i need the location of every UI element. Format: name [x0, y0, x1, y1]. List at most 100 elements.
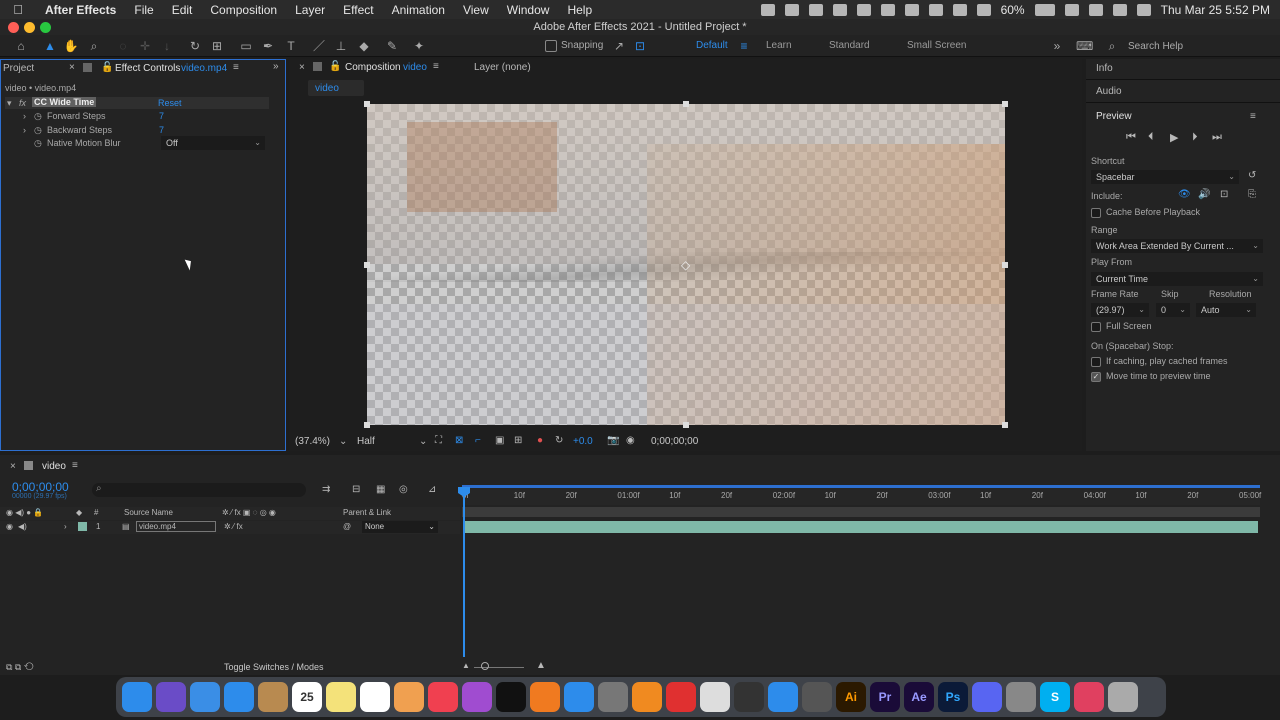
zoom-tool-icon[interactable]: ⌕ [86, 38, 102, 54]
menu-composition[interactable]: Composition [201, 3, 286, 17]
transparency-grid-icon[interactable]: ⊠ [455, 435, 463, 446]
keyboard-icon[interactable]: ⌨ [1076, 38, 1093, 54]
hand-tool-icon[interactable]: ✋ [63, 38, 79, 54]
panel-lock-icon[interactable] [83, 63, 92, 72]
menu-view[interactable]: View [454, 3, 498, 17]
include-layers-icon[interactable]: ⎘ [1248, 189, 1256, 200]
brush-tool-icon[interactable]: ／ [311, 38, 327, 54]
resolution-dropdown[interactable]: Auto ⌄ [1196, 303, 1256, 317]
cache-before-checkbox[interactable]: Cache Before Playback [1091, 207, 1200, 218]
photos-icon[interactable] [394, 682, 424, 712]
checkbox[interactable] [1091, 321, 1101, 332]
siri-icon[interactable] [156, 682, 186, 712]
workspace-small-screen[interactable]: Small Screen [907, 40, 966, 51]
param-value[interactable]: 7 [159, 125, 164, 135]
search-icon[interactable] [1088, 3, 1103, 16]
finder-icon[interactable] [122, 682, 152, 712]
current-time-indicator[interactable] [463, 487, 465, 657]
menu-help[interactable]: Help [558, 3, 601, 17]
layer-switches[interactable]: ✲ ⁄ fx [224, 522, 243, 531]
expand-arrow-icon[interactable]: › [23, 111, 26, 121]
work-area-bar[interactable] [462, 485, 1260, 488]
first-frame-icon[interactable]: ⏮ [1126, 131, 1136, 144]
panel-menu-icon[interactable]: ≡ [1250, 111, 1256, 122]
menu-layer[interactable]: Layer [286, 3, 334, 17]
draft-3d-icon[interactable]: ⊟ [352, 484, 360, 495]
status-app-icon[interactable] [832, 3, 847, 16]
discord-icon[interactable] [972, 682, 1002, 712]
podcasts-icon[interactable] [462, 682, 492, 712]
workspace-learn[interactable]: Learn [766, 40, 792, 51]
audio-panel[interactable]: Audio [1086, 82, 1280, 103]
expand-arrow-icon[interactable]: ▾ [7, 98, 12, 109]
skip-dropdown[interactable]: 0 ⌄ [1156, 303, 1190, 317]
full-screen-checkbox[interactable]: Full Screen [1091, 321, 1152, 332]
status-app-icon[interactable] [808, 3, 823, 16]
transform-handle[interactable] [1002, 262, 1008, 268]
snap-feature-icon[interactable]: ⊡ [632, 38, 648, 54]
frame-rate-dropdown[interactable]: (29.97) ⌄ [1091, 303, 1149, 317]
move-time-checkbox[interactable]: ✓ Move time to preview time [1091, 371, 1211, 382]
battery-icon[interactable] [1034, 3, 1055, 16]
pan-tool-icon[interactable]: ✛ [137, 38, 153, 54]
status-app-icon[interactable] [904, 3, 919, 16]
tab-effect-controls[interactable]: Effect Controls [115, 63, 180, 74]
include-audio-icon[interactable]: 🔊 [1198, 189, 1210, 200]
puppet-tool-icon[interactable]: ✦ [411, 38, 427, 54]
automator-icon[interactable] [1006, 682, 1036, 712]
aftereffects-icon[interactable]: Ae [904, 682, 934, 712]
menu-app-name[interactable]: After Effects [36, 3, 125, 17]
fast-previews-icon[interactable]: ⛶ [435, 435, 442, 446]
previous-frame-icon[interactable]: ⏴ [1148, 131, 1154, 144]
reminders-icon[interactable] [360, 682, 390, 712]
timeline-timecode[interactable]: 0;00;00;00 [12, 480, 69, 494]
parent-dropdown[interactable]: None ⌄ [362, 521, 438, 533]
archive-icon[interactable] [258, 682, 288, 712]
effect-name[interactable]: CC Wide Time [32, 97, 97, 107]
zoom-dropdown[interactable]: (37.4%) [295, 436, 330, 447]
tab-composition[interactable]: Composition [345, 62, 401, 73]
color-channels-icon[interactable]: ● [537, 435, 543, 446]
inkscape-icon[interactable] [734, 682, 764, 712]
comp-mini-flowchart-icon[interactable]: ⇉ [322, 484, 330, 495]
anchor-point-icon[interactable]: ◇ [681, 258, 690, 272]
fx-icon[interactable]: fx [19, 98, 26, 108]
tab-project[interactable]: Project [3, 63, 34, 74]
appstore-icon[interactable] [564, 682, 594, 712]
next-frame-icon[interactable]: ⏵ [1192, 131, 1198, 144]
panel-menu-icon[interactable]: ≡ [433, 61, 439, 72]
timeline-search-input[interactable]: ⌕ [92, 483, 306, 497]
arrow-app-icon[interactable] [768, 682, 798, 712]
status-app-icon[interactable] [976, 3, 991, 16]
layer-name[interactable]: video.mp4 [136, 521, 216, 532]
books-icon[interactable] [530, 682, 560, 712]
stopwatch-icon[interactable]: ◷ [34, 138, 42, 149]
if-caching-checkbox[interactable]: If caching, play cached frames [1091, 356, 1228, 367]
snapshot-icon[interactable]: 📷 [607, 435, 619, 446]
chevron-right-icon[interactable]: » [1049, 38, 1065, 54]
menu-file[interactable]: File [125, 3, 162, 17]
lock-icon[interactable]: 🔓 [101, 62, 113, 73]
search-help-input[interactable]: Search Help [1128, 41, 1183, 52]
info-panel[interactable]: Info [1086, 59, 1280, 80]
mask-visibility-icon[interactable]: ⌐ [475, 435, 481, 446]
work-area-track[interactable] [462, 507, 1260, 517]
reset-button[interactable]: Reset [158, 98, 182, 108]
play-from-dropdown[interactable]: Current Time ⌄ [1091, 272, 1263, 286]
status-app-icon[interactable] [784, 3, 799, 16]
composition-viewer[interactable]: ◇ [367, 104, 1005, 425]
checkbox[interactable] [1091, 207, 1101, 218]
tab-layer[interactable]: Layer (none) [474, 62, 531, 73]
cloud-icon[interactable] [952, 3, 967, 16]
discord-bus-icon[interactable] [802, 682, 832, 712]
param-value[interactable]: 7 [159, 111, 164, 121]
audio-tab[interactable]: Audio [1096, 86, 1122, 97]
shortcut-dropdown[interactable]: Spacebar ⌄ [1091, 170, 1239, 184]
expand-arrow-icon[interactable]: › [23, 125, 26, 135]
transform-handle[interactable] [364, 422, 370, 428]
pickwhip-icon[interactable]: @ [343, 522, 351, 531]
control-center-icon[interactable] [1112, 3, 1127, 16]
include-video-icon[interactable]: 👁 [1178, 189, 1191, 200]
transform-handle[interactable] [364, 101, 370, 107]
grid-guides-icon[interactable]: ⊞ [514, 435, 522, 446]
